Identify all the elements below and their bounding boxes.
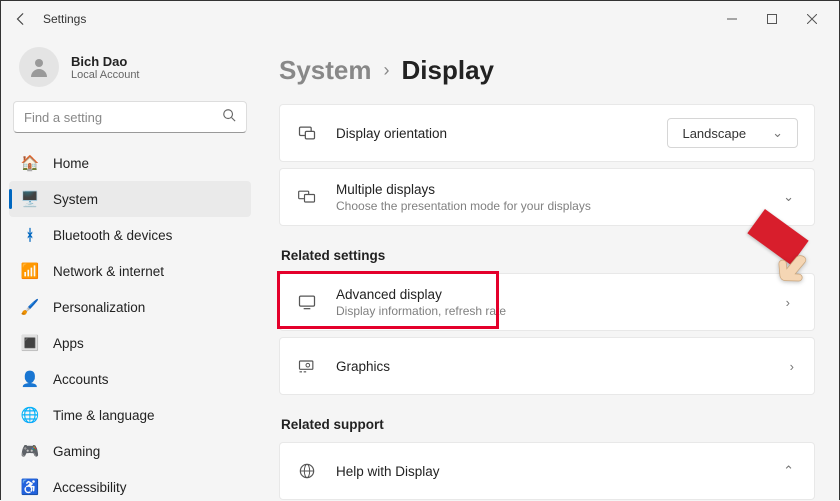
row-title: Graphics	[336, 359, 786, 374]
nav-label: Apps	[53, 336, 84, 351]
nav-item-time-language[interactable]: 🌐 Time & language	[9, 397, 251, 433]
sidebar: Bich Dao Local Account 🏠Home 🖥️System ᚼB…	[1, 37, 259, 501]
nav-label: Accessibility	[53, 480, 127, 495]
nav-label: Gaming	[53, 444, 100, 459]
breadcrumb-parent[interactable]: System	[279, 55, 372, 86]
orientation-select[interactable]: Landscape ⌄	[667, 118, 798, 148]
maximize-button[interactable]	[753, 5, 791, 33]
nav-item-accounts[interactable]: 👤 Accounts	[9, 361, 251, 397]
brush-icon: 🖌️	[21, 298, 39, 316]
user-name: Bich Dao	[71, 54, 140, 69]
search-icon	[222, 108, 236, 127]
nav-list: 🏠 Home 🖥️ System ᚼ Bluetooth & devices 📶 Net…	[9, 145, 251, 501]
row-multiple-displays[interactable]: Multiple displays Choose the presentatio…	[279, 168, 815, 226]
nav-label: Network & internet	[53, 264, 164, 279]
nav-item-home[interactable]: 🏠 Home	[9, 145, 251, 181]
accounts-icon: 👤	[21, 370, 39, 388]
multiple-displays-icon	[296, 186, 318, 208]
chevron-down-icon: ⌄	[779, 189, 798, 205]
apps-icon: 🔳	[21, 334, 39, 352]
close-button[interactable]	[793, 5, 831, 33]
chevron-right-icon: ›	[384, 60, 390, 81]
row-title: Advanced display	[336, 287, 782, 302]
window-title: Settings	[43, 12, 713, 26]
section-related-settings: Related settings	[279, 232, 815, 273]
chevron-up-icon: ⌃	[779, 463, 798, 479]
row-advanced-display[interactable]: Advanced display Display information, re…	[279, 273, 815, 331]
gaming-icon: 🎮	[21, 442, 39, 460]
nav-label: Home	[53, 156, 89, 171]
row-sub: Choose the presentation mode for your di…	[336, 199, 779, 213]
nav-label: System	[53, 192, 98, 207]
chevron-right-icon: ›	[786, 359, 798, 374]
row-help-with-display[interactable]: Help with Display ⌃	[279, 442, 815, 500]
globe-icon	[296, 460, 318, 482]
search-box[interactable]	[13, 101, 247, 133]
profile-block[interactable]: Bich Dao Local Account	[9, 41, 251, 101]
nav-label: Personalization	[53, 300, 145, 315]
breadcrumb-current: Display	[402, 55, 495, 86]
nav-label: Time & language	[53, 408, 155, 423]
row-sub: Display information, refresh rate	[336, 304, 782, 318]
row-display-orientation[interactable]: Display orientation Landscape ⌄	[279, 104, 815, 162]
row-title: Display orientation	[336, 126, 667, 141]
row-title: Help with Display	[336, 464, 779, 479]
nav-item-apps[interactable]: 🔳 Apps	[9, 325, 251, 361]
titlebar: Settings	[1, 1, 839, 37]
nav-item-personalization[interactable]: 🖌️ Personalization	[9, 289, 251, 325]
content-pane: System › Display Display orientation Lan…	[259, 37, 839, 501]
gpu-icon	[296, 355, 318, 377]
home-icon: 🏠	[21, 154, 39, 172]
nav-item-gaming[interactable]: 🎮 Gaming	[9, 433, 251, 469]
user-account-type: Local Account	[71, 69, 140, 81]
time-language-icon: 🌐	[21, 406, 39, 424]
nav-label: Accounts	[53, 372, 109, 387]
section-related-support: Related support	[279, 401, 815, 442]
accessibility-icon: ♿	[21, 478, 39, 496]
row-title: Multiple displays	[336, 182, 779, 197]
nav-item-system[interactable]: 🖥️ System	[9, 181, 251, 217]
search-input[interactable]	[24, 110, 222, 125]
nav-item-bluetooth[interactable]: ᚼ Bluetooth & devices	[9, 217, 251, 253]
breadcrumb: System › Display	[279, 49, 815, 104]
row-graphics[interactable]: Graphics ›	[279, 337, 815, 395]
chevron-right-icon: ›	[782, 295, 794, 310]
monitor-icon	[296, 291, 318, 313]
system-icon: 🖥️	[21, 190, 39, 208]
bluetooth-icon: ᚼ	[21, 226, 39, 244]
minimize-button[interactable]	[713, 5, 751, 33]
nav-item-network[interactable]: 📶 Network & internet	[9, 253, 251, 289]
chevron-down-icon: ⌄	[768, 125, 787, 141]
nav-item-accessibility[interactable]: ♿ Accessibility	[9, 469, 251, 501]
nav-label: Bluetooth & devices	[53, 228, 172, 243]
wifi-icon: 📶	[21, 262, 39, 280]
orientation-icon	[296, 122, 318, 144]
orientation-value: Landscape	[682, 126, 746, 141]
back-button[interactable]	[9, 7, 33, 31]
avatar	[19, 47, 59, 87]
